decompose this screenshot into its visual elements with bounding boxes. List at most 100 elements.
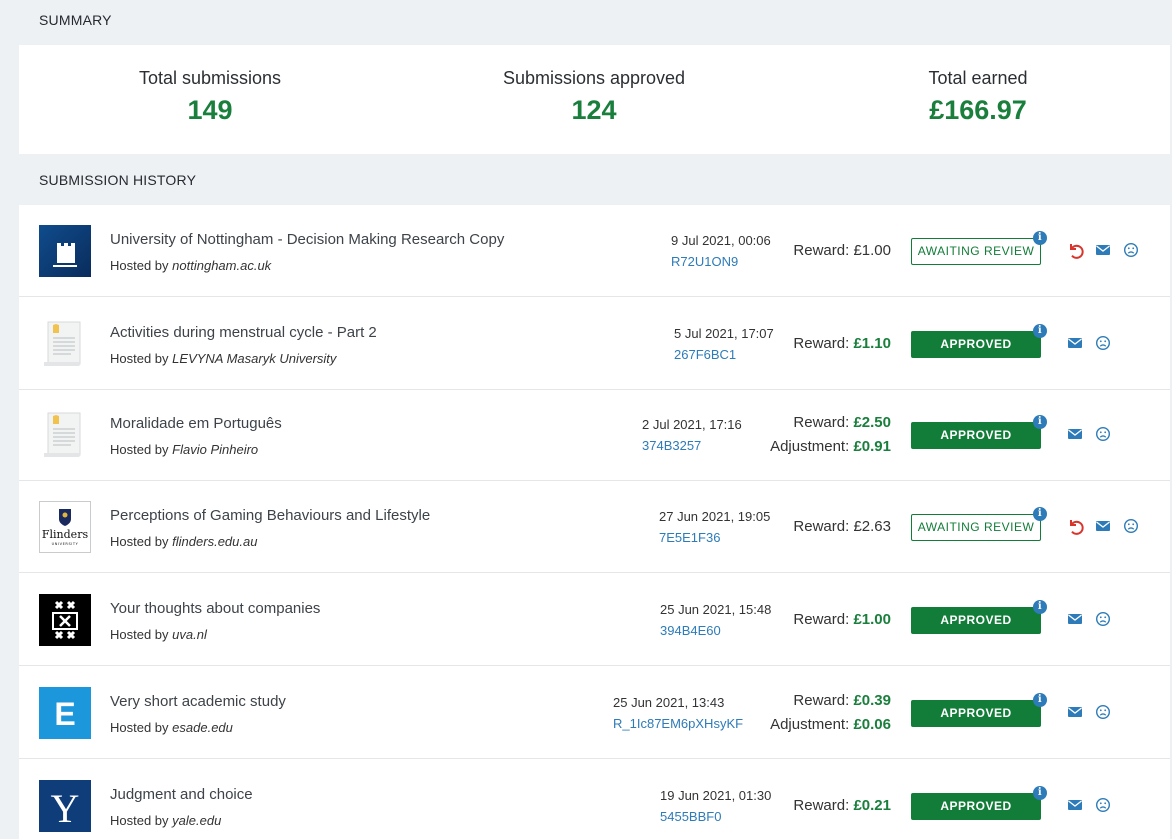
stat-label: Submissions approved bbox=[502, 68, 686, 88]
completion-code[interactable]: 267F6BC1 bbox=[674, 347, 736, 362]
submission-date: 25 Jun 2021, 15:48 bbox=[660, 602, 772, 617]
study-title[interactable]: Perceptions of Gaming Behaviours and Lif… bbox=[110, 507, 430, 524]
reward-info: Reward: £2.50 Adjustment: £0.91 bbox=[770, 411, 891, 459]
completion-code[interactable]: R72U1ON9 bbox=[671, 254, 738, 269]
reward-amount: £1.00 bbox=[853, 242, 891, 259]
hosted-by-label: Hosted by bbox=[110, 442, 169, 457]
study-title[interactable]: Moralidade em Português bbox=[110, 415, 282, 432]
submission-date: 9 Jul 2021, 00:06 bbox=[671, 233, 771, 248]
study-host: Hosted by Flavio Pinheiro bbox=[110, 442, 258, 457]
status-badge: APPROVED i bbox=[911, 600, 1047, 634]
study-host: Hosted by uva.nl bbox=[110, 627, 207, 642]
study-title[interactable]: Activities during menstrual cycle - Part… bbox=[110, 324, 377, 341]
sad-face-icon[interactable] bbox=[1094, 703, 1112, 721]
study-host: Hosted by esade.edu bbox=[110, 720, 233, 735]
stat-value: 149 bbox=[187, 95, 233, 125]
reward-info: Reward: £1.00 bbox=[793, 239, 891, 263]
completion-code[interactable]: 5455BBF0 bbox=[660, 809, 721, 824]
envelope-icon[interactable] bbox=[1066, 610, 1084, 628]
reward-label: Reward: bbox=[793, 797, 850, 814]
status-label: AWAITING REVIEW bbox=[917, 244, 1035, 258]
study-title[interactable]: University of Nottingham - Decision Maki… bbox=[110, 231, 504, 248]
reward-amount: £1.00 bbox=[853, 611, 891, 628]
status-badge: APPROVED i bbox=[911, 415, 1047, 449]
completion-code[interactable]: 374B3257 bbox=[642, 438, 701, 453]
envelope-icon[interactable] bbox=[1066, 334, 1084, 352]
svg-text:Y: Y bbox=[51, 786, 80, 831]
stat-value: £166.97 bbox=[929, 95, 1027, 125]
submission-row[interactable]: Y Judgment and choice Hosted by yale.edu 19… bbox=[19, 760, 1170, 839]
study-host: Hosted by flinders.edu.au bbox=[110, 534, 257, 549]
return-icon[interactable] bbox=[1066, 241, 1084, 259]
svg-text:E: E bbox=[54, 696, 75, 732]
stat-value: 124 bbox=[571, 95, 617, 125]
study-host: Hosted by nottingham.ac.uk bbox=[110, 258, 271, 273]
study-title[interactable]: Very short academic study bbox=[110, 693, 286, 710]
status-badge: AWAITING REVIEW i bbox=[911, 231, 1047, 265]
info-icon[interactable]: i bbox=[1033, 231, 1047, 245]
sad-face-icon[interactable] bbox=[1094, 334, 1112, 352]
status-label: APPROVED bbox=[940, 428, 1012, 442]
nottingham-logo bbox=[39, 225, 91, 277]
submission-history-heading: SUBMISSION HISTORY bbox=[39, 172, 197, 188]
info-icon[interactable]: i bbox=[1033, 693, 1047, 707]
info-icon[interactable]: i bbox=[1033, 786, 1047, 800]
return-icon[interactable] bbox=[1066, 517, 1084, 535]
host-name: LEVYNA Masaryk University bbox=[172, 351, 337, 366]
status-badge: AWAITING REVIEW i bbox=[911, 507, 1047, 541]
info-icon[interactable]: i bbox=[1033, 600, 1047, 614]
host-name: nottingham.ac.uk bbox=[172, 258, 272, 273]
sad-face-icon[interactable] bbox=[1094, 610, 1112, 628]
summary-heading: SUMMARY bbox=[39, 12, 112, 28]
reward-label: Reward: bbox=[793, 692, 850, 709]
study-host: Hosted by LEVYNA Masaryk University bbox=[110, 351, 336, 366]
submission-date: 5 Jul 2021, 17:07 bbox=[674, 326, 774, 341]
submission-row[interactable]: Moralidade em Português Hosted by Flavio … bbox=[19, 389, 1170, 481]
submission-row[interactable]: Flinders UNIVERSITY Perceptions of Gaming … bbox=[19, 481, 1170, 573]
sad-face-icon[interactable] bbox=[1122, 517, 1140, 535]
stat-total-earned: Total earned £166.97 bbox=[818, 45, 1138, 126]
submission-date: 19 Jun 2021, 01:30 bbox=[660, 788, 772, 803]
reward-label: Reward: bbox=[793, 414, 850, 431]
completion-code[interactable]: 394B4E60 bbox=[660, 623, 721, 638]
study-title[interactable]: Judgment and choice bbox=[110, 786, 253, 803]
completion-code[interactable]: 7E5E1F36 bbox=[659, 530, 720, 545]
submission-row[interactable]: E Very short academic study Hosted by esad… bbox=[19, 667, 1170, 759]
status-badge: APPROVED i bbox=[911, 324, 1047, 358]
reward-info: Reward: £1.00 bbox=[793, 608, 891, 632]
info-icon[interactable]: i bbox=[1033, 507, 1047, 521]
uva-logo bbox=[39, 594, 91, 646]
stat-submissions-approved: Submissions approved 124 bbox=[434, 45, 754, 126]
sad-face-icon[interactable] bbox=[1094, 796, 1112, 814]
host-name: Flavio Pinheiro bbox=[172, 442, 259, 457]
reward-info: Reward: £0.39 Adjustment: £0.06 bbox=[770, 689, 891, 737]
study-title[interactable]: Your thoughts about companies bbox=[110, 600, 320, 617]
stat-total-submissions: Total submissions 149 bbox=[50, 45, 370, 126]
envelope-icon[interactable] bbox=[1066, 425, 1084, 443]
status-label: APPROVED bbox=[940, 337, 1012, 351]
sad-face-icon[interactable] bbox=[1122, 241, 1140, 259]
adjustment-label: Adjustment: bbox=[770, 716, 850, 733]
hosted-by-label: Hosted by bbox=[110, 534, 169, 549]
stat-label: Total submissions bbox=[138, 68, 282, 88]
submission-row[interactable]: Activities during menstrual cycle - Part… bbox=[19, 298, 1170, 390]
esade-logo: E bbox=[39, 687, 91, 739]
reward-info: Reward: £1.10 bbox=[793, 332, 891, 356]
info-icon[interactable]: i bbox=[1033, 415, 1047, 429]
submission-row[interactable]: University of Nottingham - Decision Maki… bbox=[19, 205, 1170, 297]
status-label: APPROVED bbox=[940, 799, 1012, 813]
info-icon[interactable]: i bbox=[1033, 324, 1047, 338]
submission-date: 25 Jun 2021, 13:43 bbox=[613, 695, 725, 710]
envelope-icon[interactable] bbox=[1094, 241, 1112, 259]
summary-card: Total submissions 149 Submissions approv… bbox=[19, 45, 1170, 154]
hosted-by-label: Hosted by bbox=[110, 351, 169, 366]
envelope-icon[interactable] bbox=[1066, 796, 1084, 814]
envelope-icon[interactable] bbox=[1094, 517, 1112, 535]
reward-amount: £1.10 bbox=[853, 335, 891, 352]
adjustment-label: Adjustment: bbox=[770, 438, 850, 455]
document-placeholder-logo bbox=[39, 409, 91, 461]
submission-row[interactable]: Your thoughts about companies Hosted by u… bbox=[19, 574, 1170, 666]
completion-code[interactable]: R_1Ic87EM6pXHsyKF bbox=[613, 716, 743, 731]
envelope-icon[interactable] bbox=[1066, 703, 1084, 721]
sad-face-icon[interactable] bbox=[1094, 425, 1112, 443]
